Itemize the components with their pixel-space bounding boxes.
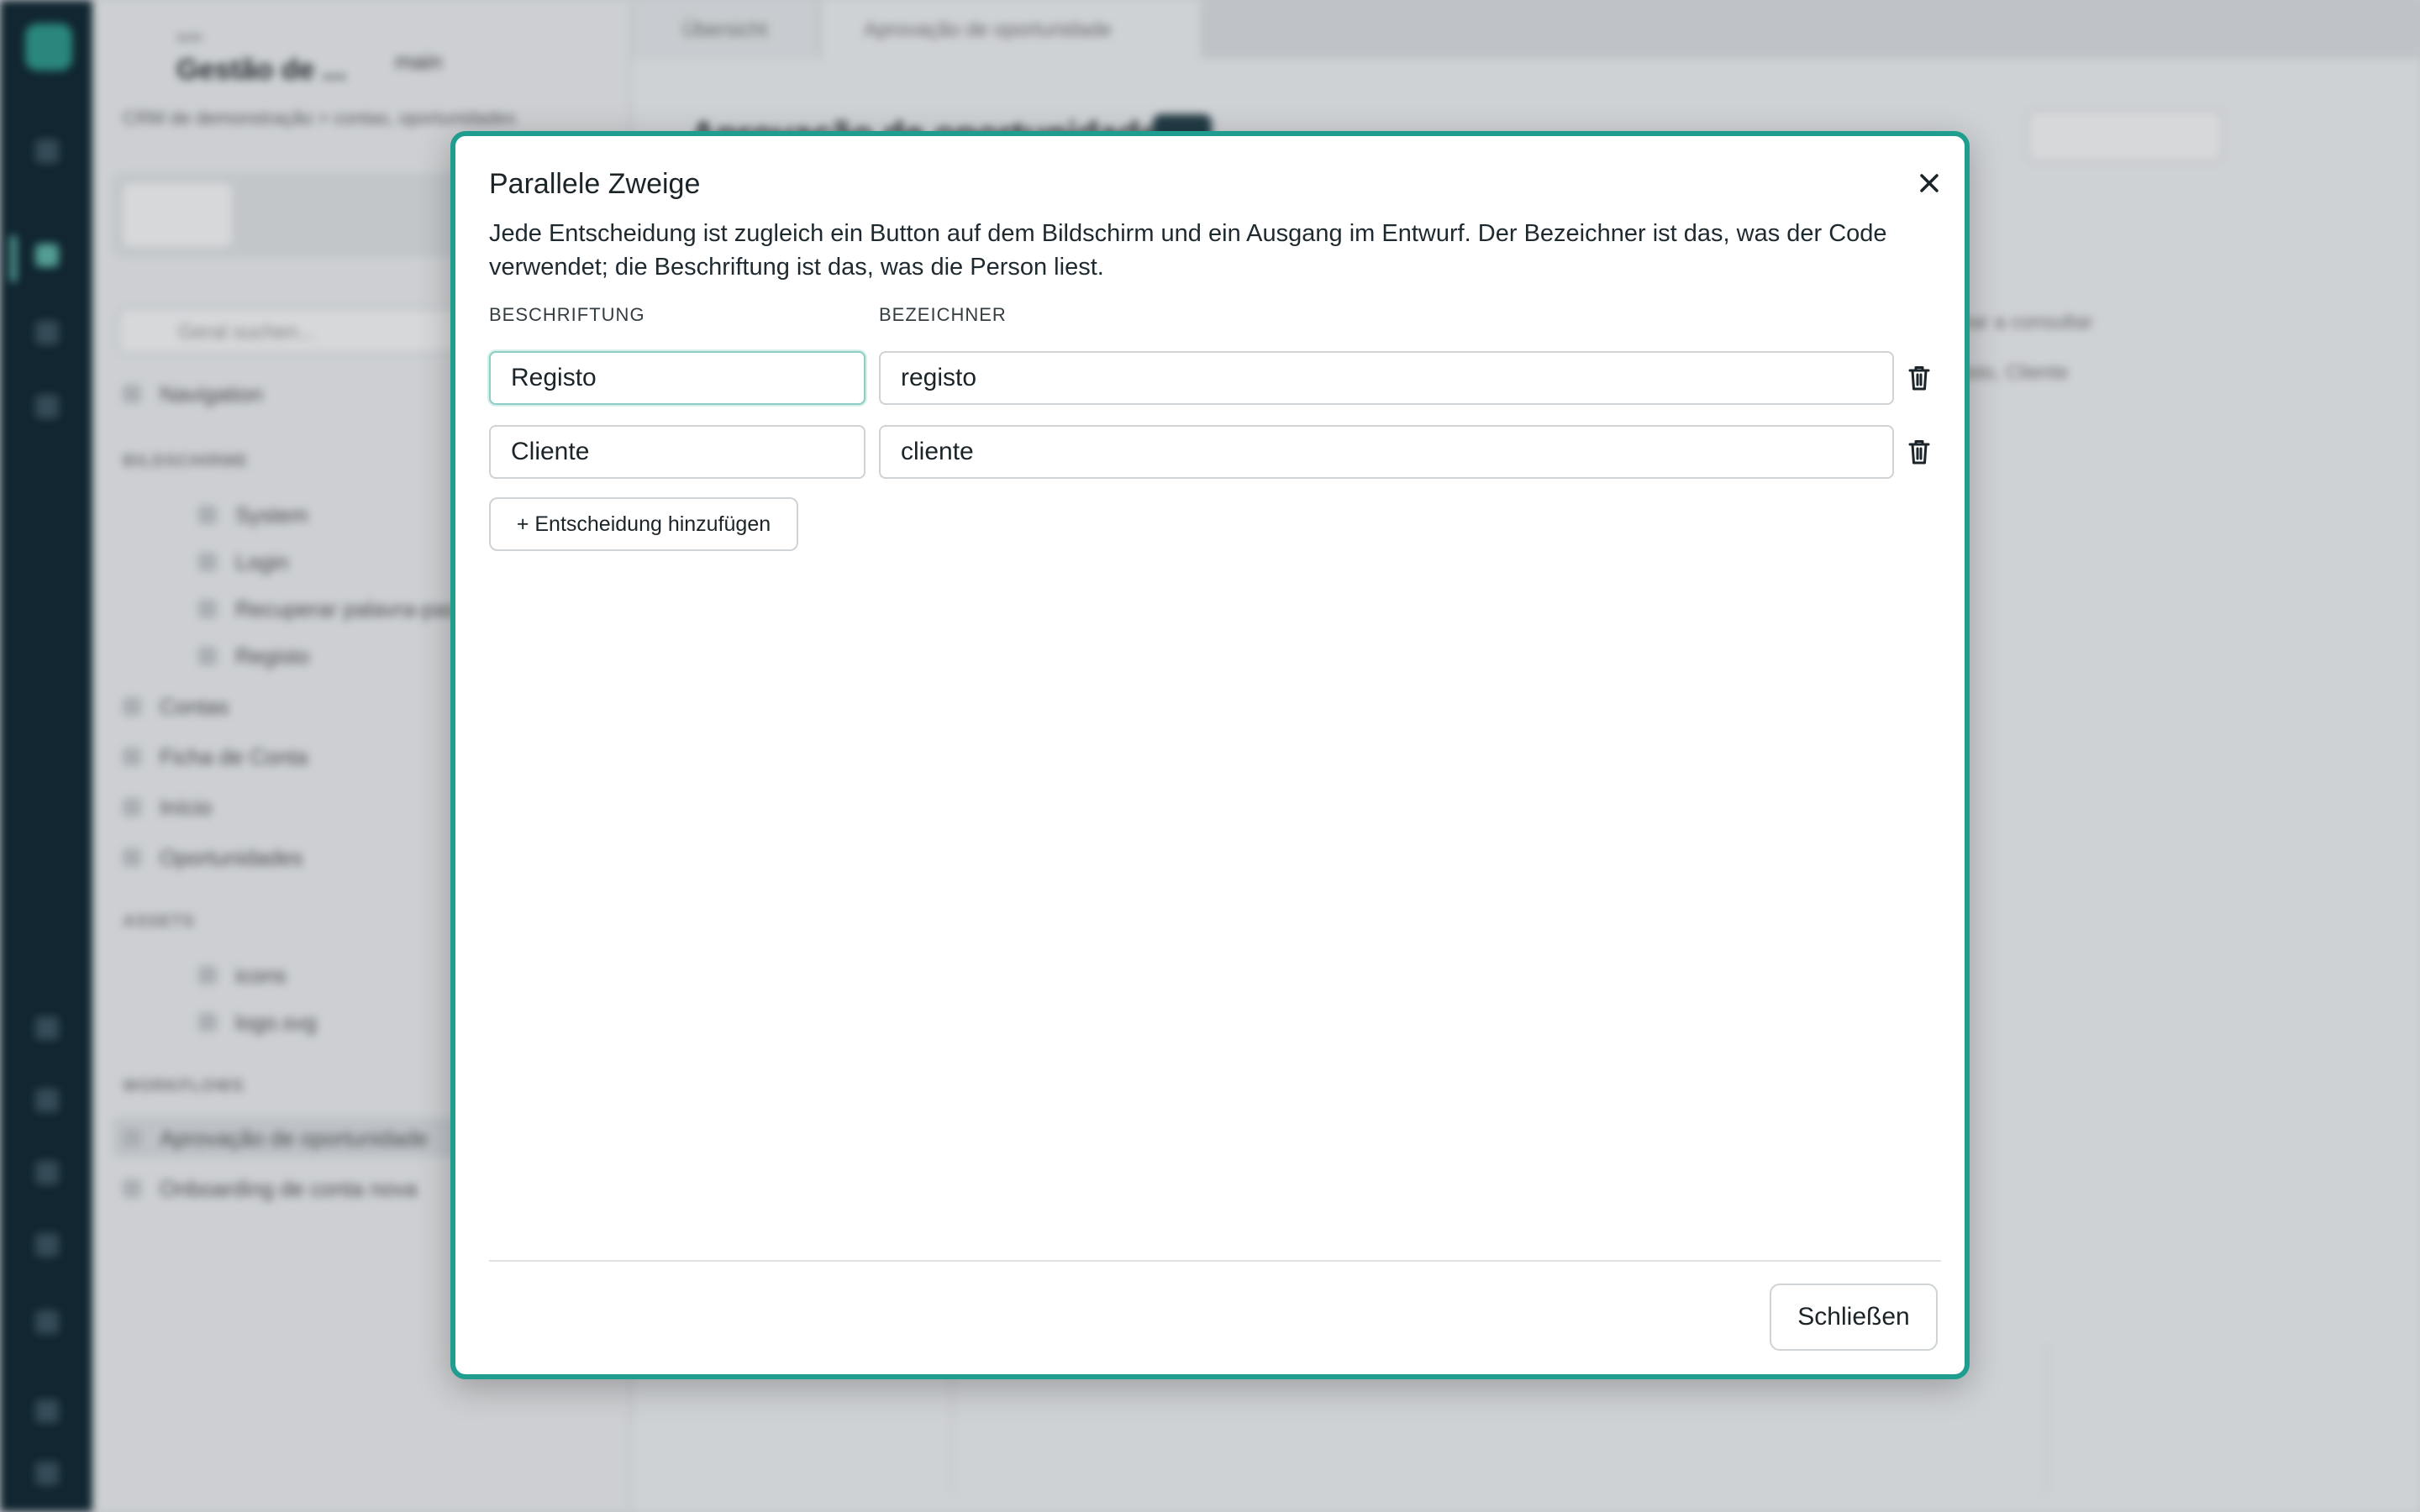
dialog-title: Parallele Zweige: [489, 168, 701, 200]
parallel-branches-dialog: Parallele Zweige Jede Entscheidung ist z…: [450, 131, 1970, 1379]
column-header-label: BESCHRIFTUNG: [489, 304, 645, 325]
add-decision-button[interactable]: + Entscheidung hinzufügen: [489, 497, 798, 551]
decision-id-input[interactable]: [879, 351, 1894, 405]
trash-icon[interactable]: [1902, 361, 1936, 395]
footer-divider: [489, 1260, 1941, 1262]
trash-icon[interactable]: [1902, 435, 1936, 469]
decision-label-input[interactable]: [489, 351, 865, 405]
close-button[interactable]: Schließen: [1770, 1284, 1938, 1351]
column-header-id: BEZEICHNER: [879, 304, 1007, 325]
close-icon[interactable]: [1912, 166, 1946, 200]
decision-label-input[interactable]: [489, 425, 865, 479]
decision-id-input[interactable]: [879, 425, 1894, 479]
dialog-description: Jede Entscheidung ist zugleich ein Butto…: [489, 220, 1887, 281]
